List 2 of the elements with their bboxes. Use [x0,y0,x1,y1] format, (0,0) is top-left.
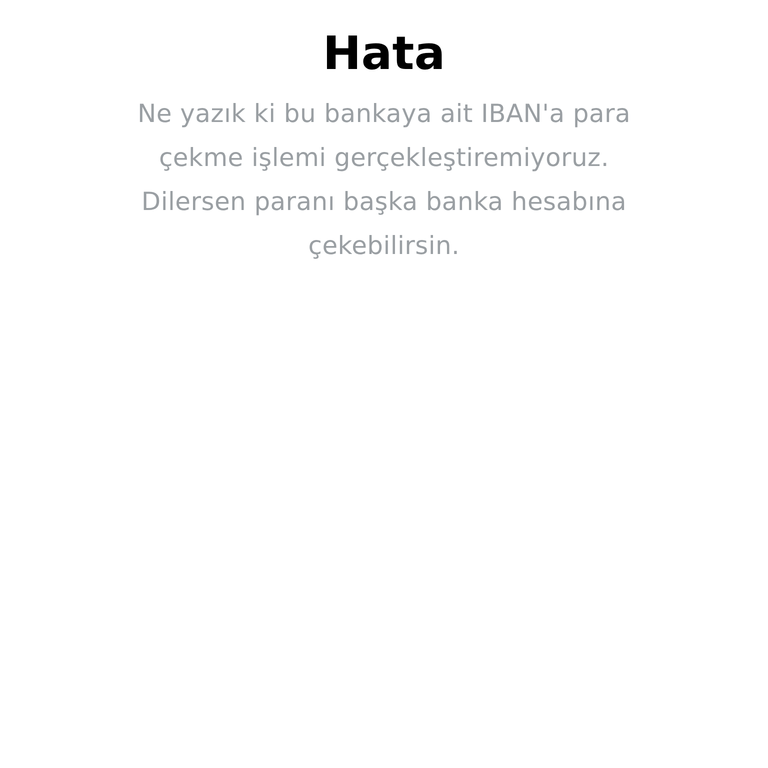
error-message: Ne yazık ki bu bankaya ait IBAN'a para çekme işlemi gerçekleştiremiyoruz. Dilersen paranı başka banka hesabına çekebilirsin. [138,98,630,262]
error-title: Hata [322,25,446,82]
